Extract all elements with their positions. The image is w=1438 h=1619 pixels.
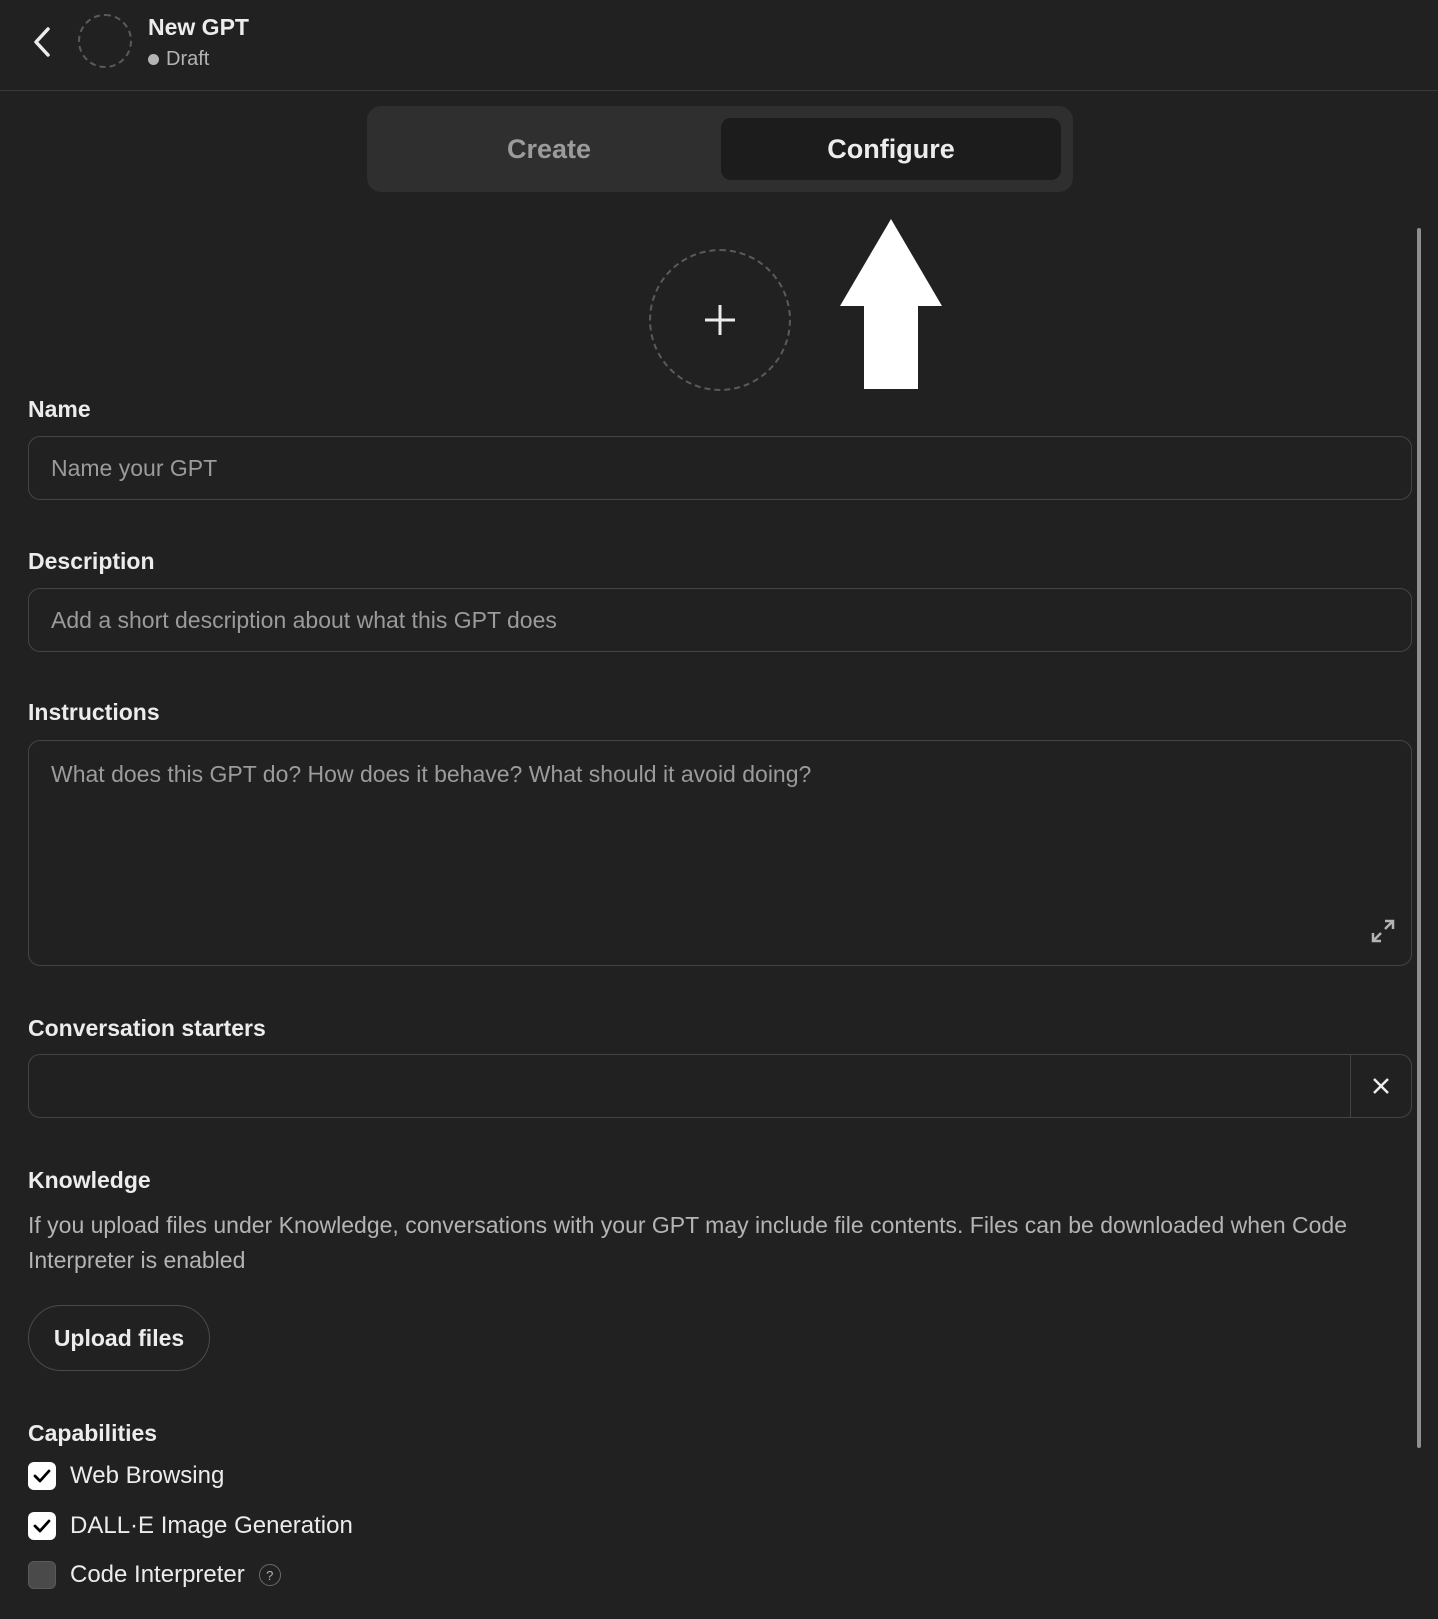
conversation-starter-row [28,1054,1412,1118]
gpt-avatar [78,14,132,68]
mode-tabs: Create Configure [367,106,1073,192]
dalle-checkbox[interactable] [28,1512,56,1540]
check-icon [33,1519,51,1533]
tab-create[interactable]: Create [379,118,719,180]
status-dot-icon [148,54,159,65]
status-label: Draft [166,48,210,70]
capabilities-label: Capabilities [28,1420,158,1446]
remove-starter-button[interactable] [1350,1055,1411,1117]
close-icon [1373,1078,1389,1094]
conversation-starter-input[interactable] [29,1055,1351,1117]
top-bar: New GPT Draft [0,0,1438,91]
plus-icon [705,305,735,335]
question-icon[interactable]: ? [258,1564,281,1586]
web-browsing-checkbox[interactable] [28,1462,56,1490]
chevron-left-icon [34,27,50,57]
description-label: Description [28,548,155,574]
scrollbar[interactable] [1417,228,1421,1448]
tab-configure[interactable]: Configure [721,118,1061,180]
capability-dalle[interactable]: DALL·E Image Generation [28,1512,353,1540]
arrow-up-icon [840,219,942,389]
description-input[interactable] [28,588,1412,652]
instructions-textarea[interactable] [28,740,1412,966]
code-interpreter-checkbox[interactable] [28,1561,56,1589]
capability-code-interpreter[interactable]: Code Interpreter ? [28,1561,281,1589]
check-icon [33,1469,51,1483]
knowledge-label: Knowledge [28,1167,151,1193]
upload-files-button[interactable]: Upload files [28,1305,210,1371]
knowledge-description: If you upload files under Knowledge, con… [28,1212,1348,1273]
web-browsing-label: Web Browsing [70,1462,225,1489]
back-button[interactable] [22,20,62,64]
capability-web-browsing[interactable]: Web Browsing [28,1462,224,1490]
expand-icon[interactable] [1370,918,1396,944]
name-label: Name [28,396,91,422]
status-badge: Draft [148,48,209,71]
conversation-starters-label: Conversation starters [28,1015,266,1041]
code-interpreter-label: Code Interpreter [70,1561,245,1588]
add-avatar-button[interactable] [649,249,791,391]
dalle-label: DALL·E Image Generation [70,1512,353,1539]
name-input[interactable] [28,436,1412,500]
instructions-label: Instructions [28,699,160,725]
page-title: New GPT [148,14,249,40]
